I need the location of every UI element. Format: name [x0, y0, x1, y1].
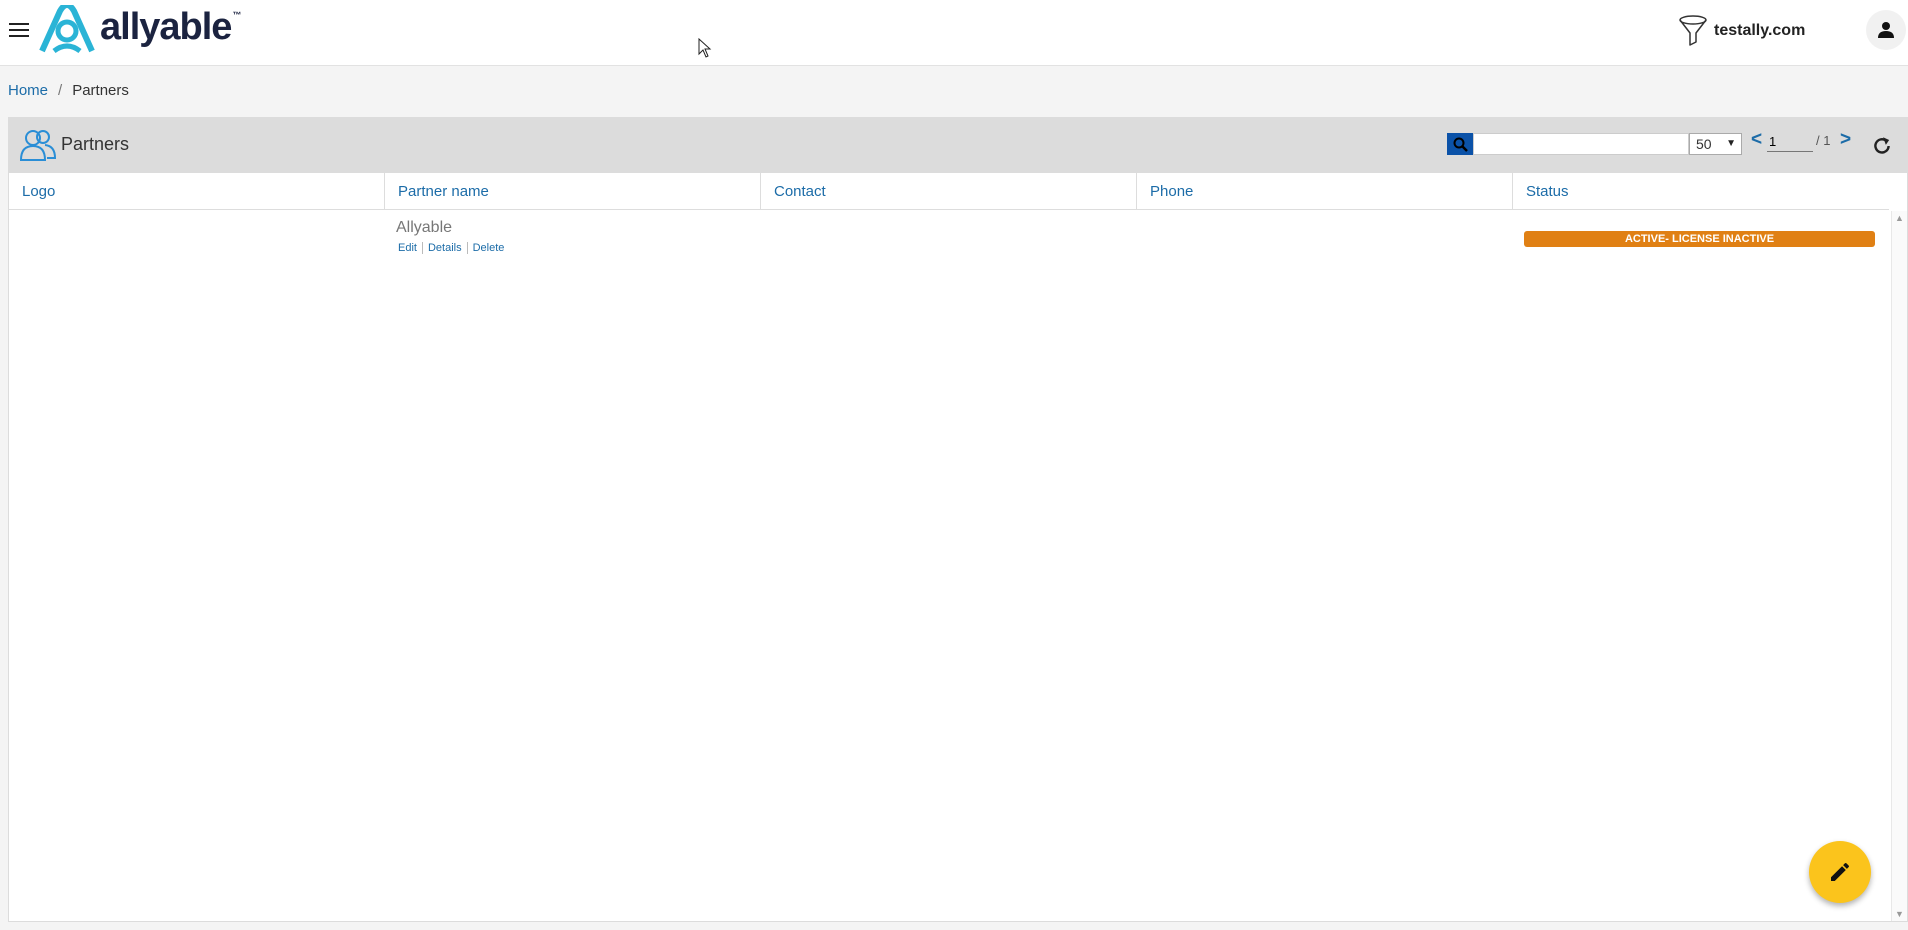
- column-header-contact[interactable]: Contact: [761, 173, 1137, 210]
- scroll-down-icon[interactable]: ▼: [1895, 909, 1904, 919]
- logo-text: allyable: [100, 5, 232, 48]
- funnel-icon: [1679, 15, 1707, 46]
- pencil-icon: [1831, 862, 1850, 881]
- page-size-value: 50: [1696, 136, 1712, 152]
- page-title: Partners: [61, 134, 130, 154]
- app-logo[interactable]: allyable ™: [38, 4, 241, 54]
- partner-name-cell: Allyable Edit Details Delete: [396, 219, 509, 254]
- logo-trademark: ™: [232, 10, 242, 20]
- hamburger-menu-icon[interactable]: [8, 20, 30, 40]
- allyable-logo-mark-icon: [39, 5, 95, 53]
- refresh-icon[interactable]: [1871, 135, 1893, 157]
- user-menu-button[interactable]: [1866, 10, 1906, 50]
- vertical-scrollbar[interactable]: ▲ ▼: [1891, 211, 1907, 921]
- column-header-partner-name[interactable]: Partner name: [385, 173, 761, 210]
- breadcrumb-current: Partners: [72, 82, 129, 99]
- partner-name: Allyable: [396, 219, 453, 236]
- next-page-button[interactable]: >: [1840, 129, 1851, 151]
- breadcrumb-home[interactable]: Home: [8, 82, 48, 99]
- edit-fab-button[interactable]: [1809, 841, 1871, 903]
- search-input[interactable]: [1473, 133, 1689, 155]
- domain-filter[interactable]: testally.com: [1678, 14, 1805, 48]
- partners-panel: Partners 50 ▼ < / 1 > Logo Partner name …: [8, 117, 1908, 922]
- page-number-input[interactable]: [1767, 132, 1813, 152]
- edit-link[interactable]: Edit: [396, 242, 422, 254]
- domain-name: testally.com: [1714, 22, 1806, 39]
- mouse-cursor-icon: [698, 38, 712, 58]
- table-row: Allyable Edit Details Delete ACTIVE- LIC…: [9, 211, 1889, 271]
- user-icon: [1878, 22, 1894, 38]
- search-button[interactable]: [1447, 133, 1473, 155]
- breadcrumb: Home / Partners: [8, 82, 129, 99]
- row-actions: Edit Details Delete: [396, 242, 509, 254]
- column-header-status[interactable]: Status: [1513, 173, 1889, 210]
- status-badge: ACTIVE- LICENSE INACTIVE: [1524, 231, 1875, 247]
- search-icon: [1453, 137, 1468, 152]
- details-link[interactable]: Details: [421, 242, 467, 254]
- breadcrumb-separator: /: [58, 82, 63, 99]
- users-icon: [19, 130, 57, 161]
- top-bar: allyable ™ testally.com: [0, 0, 1908, 66]
- page-size-select[interactable]: 50 ▼: [1689, 133, 1742, 155]
- panel-header: Partners 50 ▼ < / 1 >: [9, 118, 1907, 173]
- chevron-down-icon: ▼: [1726, 138, 1736, 149]
- table-header: Logo Partner name Contact Phone Status: [9, 173, 1889, 210]
- column-header-phone[interactable]: Phone: [1137, 173, 1513, 210]
- scroll-up-icon[interactable]: ▲: [1895, 213, 1904, 223]
- delete-link[interactable]: Delete: [466, 242, 510, 254]
- page-total: / 1: [1816, 133, 1831, 148]
- previous-page-button[interactable]: <: [1751, 129, 1762, 151]
- column-header-logo[interactable]: Logo: [9, 173, 385, 210]
